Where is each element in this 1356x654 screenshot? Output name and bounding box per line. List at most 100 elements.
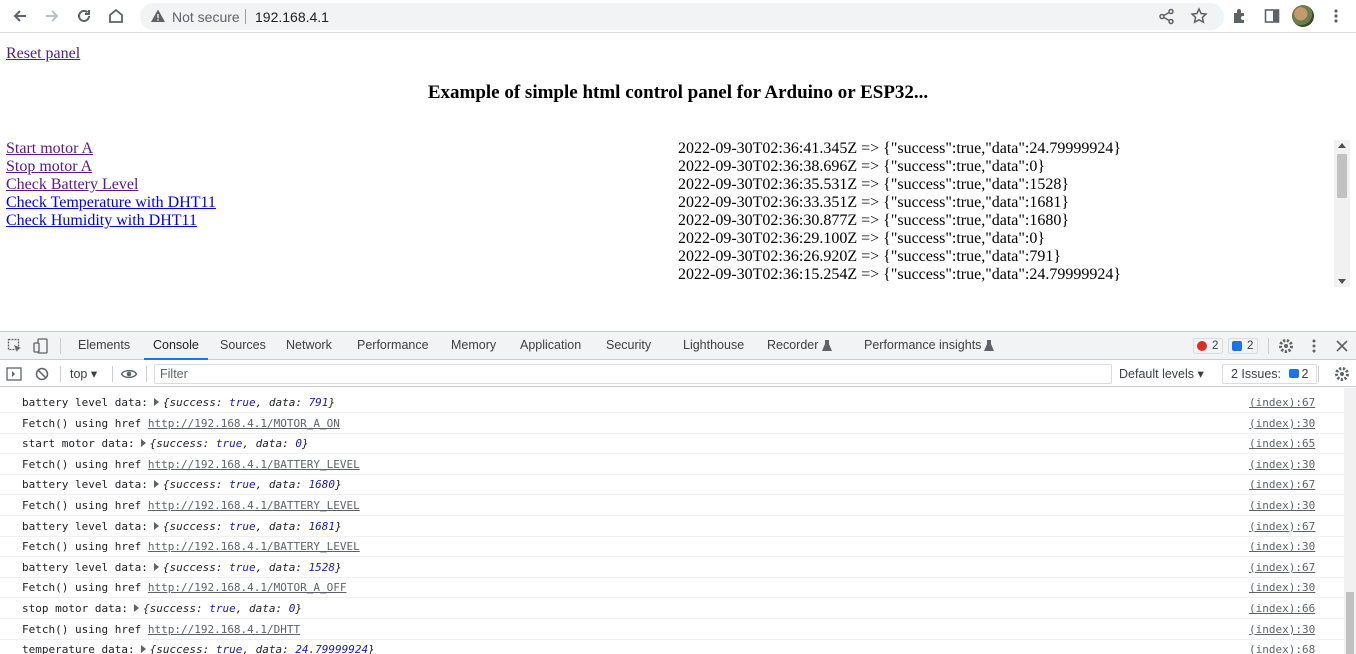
divider — [60, 366, 61, 382]
source-link[interactable]: (index):66 — [1249, 602, 1315, 615]
source-link[interactable]: (index):30 — [1249, 458, 1315, 471]
console-row: battery level data: {success: true, data:… — [0, 392, 1344, 413]
source-link[interactable]: (index):67 — [1249, 561, 1315, 574]
object-preview[interactable]: {success: true, data: 1680} — [163, 478, 342, 491]
error-icon — [1197, 341, 1207, 351]
fetch-url-link[interactable]: http://192.168.4.1/BATTERY_LEVEL — [148, 458, 360, 471]
tab-performance-insights[interactable]: Performance insights — [864, 332, 981, 360]
tab-network[interactable]: Network — [286, 332, 332, 360]
tab-lighthouse[interactable]: Lighthouse — [683, 332, 744, 360]
bookmark-star-icon[interactable] — [1190, 7, 1208, 25]
browser-menu-button[interactable] — [1323, 4, 1349, 28]
scroll-thumb[interactable] — [1346, 592, 1354, 654]
console-scrollbar[interactable] — [1344, 388, 1356, 654]
object-preview[interactable]: {success: true, data: 1528} — [163, 561, 342, 574]
devtools-panel: Elements Console Sources Network Perform… — [0, 331, 1356, 654]
check-humidity-link[interactable]: Check Humidity with DHT11 — [6, 212, 216, 230]
data-value: 0 — [295, 437, 302, 451]
source-link[interactable]: (index):30 — [1249, 417, 1315, 430]
source-link[interactable]: (index):30 — [1249, 499, 1315, 512]
expand-triangle-icon[interactable] — [140, 439, 146, 448]
log-levels-select[interactable]: Default levels ▾ — [1119, 366, 1204, 381]
error-count-badge[interactable]: 2 — [1193, 338, 1224, 354]
forward-button[interactable] — [39, 4, 65, 28]
expand-triangle-icon[interactable] — [153, 398, 159, 406]
devtools-menu-icon[interactable] — [1305, 337, 1323, 355]
fetch-url-link[interactable]: http://192.168.4.1/DHTT — [148, 623, 300, 636]
start-motor-a-link[interactable]: Start motor A — [6, 140, 216, 158]
tab-sources[interactable]: Sources — [220, 332, 266, 360]
source-link[interactable]: (index):30 — [1249, 581, 1315, 594]
console-message: battery level data: {success: true, data:… — [22, 396, 335, 409]
reset-panel-link[interactable]: Reset panel — [6, 45, 80, 63]
context-select[interactable]: top ▾ — [70, 366, 97, 381]
object-preview[interactable]: {success: true, data: 791} — [163, 396, 335, 409]
scroll-up-icon[interactable] — [1338, 143, 1346, 148]
object-preview[interactable]: {success: true, data: 1681} — [163, 520, 342, 533]
stop-motor-a-link[interactable]: Stop motor A — [6, 158, 216, 176]
tab-application[interactable]: Application — [520, 332, 581, 360]
source-link[interactable]: (index):68 — [1249, 643, 1315, 654]
tab-performance[interactable]: Performance — [357, 332, 429, 360]
extensions-button[interactable] — [1227, 4, 1253, 28]
issues-label: 2 Issues: — [1231, 367, 1282, 381]
tab-security[interactable]: Security — [606, 332, 651, 360]
back-button[interactable] — [7, 4, 33, 28]
source-link[interactable]: (index):67 — [1249, 520, 1315, 533]
check-battery-level-link[interactable]: Check Battery Level — [6, 176, 216, 194]
source-link[interactable]: (index):67 — [1249, 396, 1315, 409]
console-message: Fetch() using href http://192.168.4.1/DH… — [22, 623, 300, 636]
divider — [112, 366, 113, 382]
source-link[interactable]: (index):30 — [1249, 540, 1315, 553]
reload-button[interactable] — [71, 4, 97, 28]
source-link[interactable]: (index):67 — [1249, 478, 1315, 491]
sidebar-toggle-icon[interactable] — [5, 365, 23, 383]
eye-icon[interactable] — [120, 365, 138, 383]
expand-triangle-icon[interactable] — [153, 480, 159, 489]
console-row: battery level data: {success: true, data:… — [0, 557, 1344, 578]
data-value: 1680 — [308, 478, 336, 492]
profile-avatar[interactable] — [1292, 5, 1314, 27]
source-link[interactable]: (index):30 — [1249, 623, 1315, 636]
expand-triangle-icon[interactable] — [133, 604, 139, 612]
inspect-element-icon[interactable] — [6, 337, 24, 355]
console-settings-gear-icon[interactable] — [1333, 365, 1351, 383]
check-temperature-link[interactable]: Check Temperature with DHT11 — [6, 194, 216, 212]
expand-triangle-icon[interactable] — [153, 562, 159, 571]
log-scrollbar[interactable] — [1334, 140, 1350, 287]
not-secure-label[interactable]: Not secure — [172, 9, 240, 25]
object-preview[interactable]: {success: true, data: 0} — [150, 437, 309, 450]
fetch-url-link[interactable]: http://192.168.4.1/MOTOR_A_ON — [148, 417, 340, 430]
address-bar[interactable]: Not secure 192.168.4.1 — [140, 3, 1224, 30]
error-count: 2 — [1212, 340, 1219, 352]
expand-triangle-icon[interactable] — [140, 645, 146, 654]
close-icon[interactable] — [1333, 337, 1351, 355]
tab-elements[interactable]: Elements — [78, 332, 130, 360]
tab-memory[interactable]: Memory — [451, 332, 496, 360]
expand-triangle-icon[interactable] — [153, 521, 159, 530]
tab-console[interactable]: Console — [144, 332, 208, 360]
device-toolbar-icon[interactable] — [32, 337, 50, 355]
object-preview[interactable]: {success: true, data: 24.79999924} — [150, 643, 375, 654]
fetch-url-link[interactable]: http://192.168.4.1/BATTERY_LEVEL — [148, 499, 360, 512]
scroll-thumb[interactable] — [1337, 154, 1347, 198]
issues-button[interactable]: 2 Issues: 2 — [1222, 364, 1318, 384]
fetch-url-link[interactable]: http://192.168.4.1/MOTOR_A_OFF — [148, 581, 347, 594]
fetch-url-link[interactable]: http://192.168.4.1/BATTERY_LEVEL — [148, 540, 360, 553]
object-preview[interactable]: {success: true, data: 0} — [143, 602, 302, 615]
share-icon[interactable] — [1158, 8, 1175, 25]
clear-console-icon[interactable] — [33, 365, 51, 383]
console-row: battery level data: {success: true, data:… — [0, 474, 1344, 496]
url-text[interactable]: 192.168.4.1 — [255, 9, 329, 25]
context-value: top — [70, 367, 88, 381]
console-message: battery level data: {success: true, data:… — [22, 561, 342, 574]
message-count-badge[interactable]: 2 — [1228, 338, 1259, 354]
filter-input[interactable]: Filter — [154, 364, 1112, 384]
side-panel-button[interactable] — [1259, 4, 1285, 28]
home-button[interactable] — [103, 4, 129, 28]
source-link[interactable]: (index):65 — [1249, 437, 1315, 450]
tab-recorder[interactable]: Recorder — [767, 332, 818, 360]
console-message: Fetch() using href http://192.168.4.1/BA… — [22, 499, 360, 512]
scroll-down-icon[interactable] — [1338, 279, 1346, 284]
settings-gear-icon[interactable] — [1277, 337, 1295, 355]
